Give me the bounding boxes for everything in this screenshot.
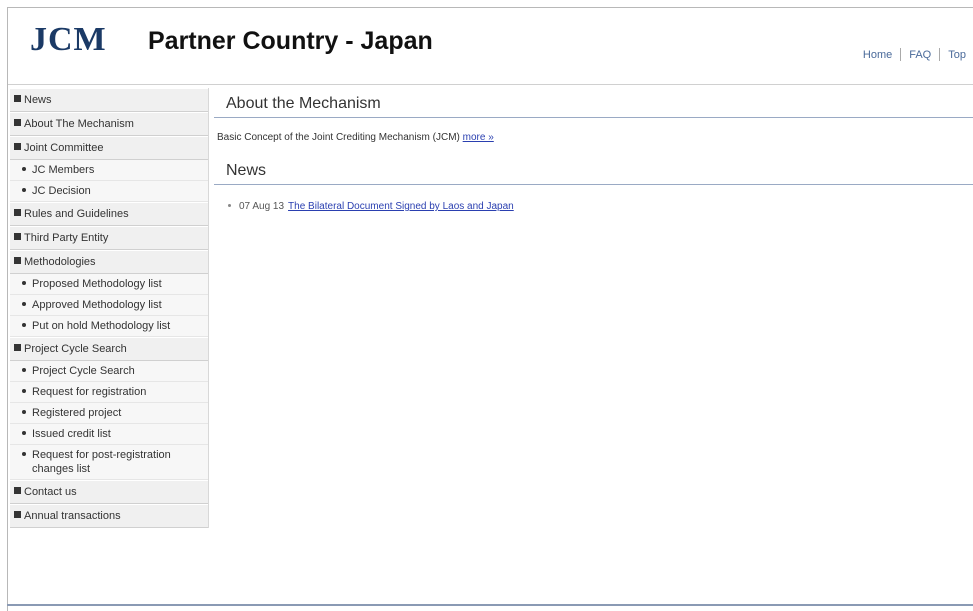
sidebar-item-about[interactable]: About The Mechanism	[10, 112, 208, 136]
more-link[interactable]: more »	[463, 132, 494, 143]
dot-bullet-icon	[22, 368, 26, 372]
sidebar-subitem-label: Project Cycle Search	[32, 365, 135, 377]
dot-bullet-icon	[22, 410, 26, 414]
news-heading: News	[214, 155, 973, 185]
sidebar-subitem-jc-members[interactable]: JC Members	[10, 160, 208, 181]
sidebar-subitem-label: Put on hold Methodology list	[32, 320, 171, 332]
sidebar-subitem-label: Registered project	[32, 407, 122, 419]
sidebar-subitem-label: Request for post-registration changes li…	[32, 449, 171, 475]
sidebar-item-label: Methodologies	[24, 256, 96, 268]
square-bullet-icon	[14, 511, 21, 518]
square-bullet-icon	[14, 119, 21, 126]
page-frame: JCM Partner Country - Japan Home FAQ Top…	[7, 7, 973, 611]
square-bullet-icon	[14, 487, 21, 494]
about-heading: About the Mechanism	[214, 88, 973, 118]
dot-bullet-icon	[22, 323, 26, 327]
sidebar-subitem-post-registration[interactable]: Request for post-registration changes li…	[10, 445, 208, 480]
sidebar-item-label: News	[24, 94, 52, 106]
square-bullet-icon	[14, 209, 21, 216]
header-divider	[8, 84, 973, 85]
site-header: JCM Partner Country - Japan Home FAQ Top	[8, 8, 973, 68]
sidebar-item-label: Joint Committee	[24, 142, 104, 154]
about-intro: Basic Concept of the Joint Crediting Mec…	[214, 118, 973, 143]
sidebar-subitem-approved[interactable]: Approved Methodology list	[10, 295, 208, 316]
sidebar-subitem-cycle-search[interactable]: Project Cycle Search	[10, 361, 208, 382]
sidebar-subitem-label: Proposed Methodology list	[32, 278, 162, 290]
dot-bullet-icon	[22, 431, 26, 435]
dot-bullet-icon	[22, 389, 26, 393]
dot-bullet-icon	[22, 281, 26, 285]
page-title: Partner Country - Japan	[148, 27, 433, 55]
sidebar-subitem-issued-credit[interactable]: Issued credit list	[10, 424, 208, 445]
dot-bullet-icon	[228, 204, 231, 207]
news-link[interactable]: The Bilateral Document Signed by Laos an…	[288, 201, 514, 212]
sidebar-item-project-cycle[interactable]: Project Cycle Search	[10, 337, 208, 361]
sidebar-subitem-jc-decision[interactable]: JC Decision	[10, 181, 208, 202]
nav-home-link[interactable]: Home	[855, 49, 900, 61]
sidebar-menu: News About The Mechanism Joint Committee…	[10, 88, 209, 528]
square-bullet-icon	[14, 344, 21, 351]
sidebar-item-third-party[interactable]: Third Party Entity	[10, 226, 208, 250]
dot-bullet-icon	[22, 302, 26, 306]
jcm-logo[interactable]: JCM	[30, 21, 107, 59]
sidebar-item-label: Rules and Guidelines	[24, 208, 129, 220]
sidebar-subitem-label: Approved Methodology list	[32, 299, 162, 311]
sidebar-subitem-label: Request for registration	[32, 386, 147, 398]
sidebar-item-label: Contact us	[24, 486, 77, 498]
sidebar-item-label: Annual transactions	[24, 510, 121, 522]
square-bullet-icon	[14, 233, 21, 240]
news-date: 07 Aug 13	[239, 201, 285, 212]
sidebar-subitem-registration-request[interactable]: Request for registration	[10, 382, 208, 403]
nav-top-link[interactable]: Top	[940, 49, 973, 61]
top-nav: Home FAQ Top	[855, 48, 973, 61]
sidebar-item-methodologies[interactable]: Methodologies	[10, 250, 208, 274]
sidebar-subitem-registered[interactable]: Registered project	[10, 403, 208, 424]
sidebar-item-contact[interactable]: Contact us	[10, 480, 208, 504]
sidebar-item-rules[interactable]: Rules and Guidelines	[10, 202, 208, 226]
square-bullet-icon	[14, 95, 21, 102]
square-bullet-icon	[14, 257, 21, 264]
sidebar-item-annual-transactions[interactable]: Annual transactions	[10, 504, 208, 528]
sidebar-subitem-proposed[interactable]: Proposed Methodology list	[10, 274, 208, 295]
dot-bullet-icon	[22, 452, 26, 456]
nav-faq-link[interactable]: FAQ	[901, 49, 939, 61]
square-bullet-icon	[14, 143, 21, 150]
about-text: Basic Concept of the Joint Crediting Mec…	[217, 132, 460, 143]
sidebar-subitem-on-hold[interactable]: Put on hold Methodology list	[10, 316, 208, 337]
sidebar-subitem-label: Issued credit list	[32, 428, 111, 440]
sidebar-subitem-label: JC Members	[32, 164, 95, 176]
sidebar-subitem-label: JC Decision	[32, 185, 91, 197]
sidebar-item-label: Project Cycle Search	[24, 343, 127, 355]
sidebar-item-label: Third Party Entity	[24, 232, 109, 244]
dot-bullet-icon	[22, 188, 26, 192]
main-content: About the Mechanism Basic Concept of the…	[214, 88, 973, 212]
sidebar-item-joint-committee[interactable]: Joint Committee	[10, 136, 208, 160]
sidebar-item-label: About The Mechanism	[24, 118, 134, 130]
dot-bullet-icon	[22, 167, 26, 171]
list-item: 07 Aug 13 The Bilateral Document Signed b…	[214, 185, 973, 212]
footer-divider	[7, 604, 973, 606]
sidebar-item-news[interactable]: News	[10, 88, 208, 112]
